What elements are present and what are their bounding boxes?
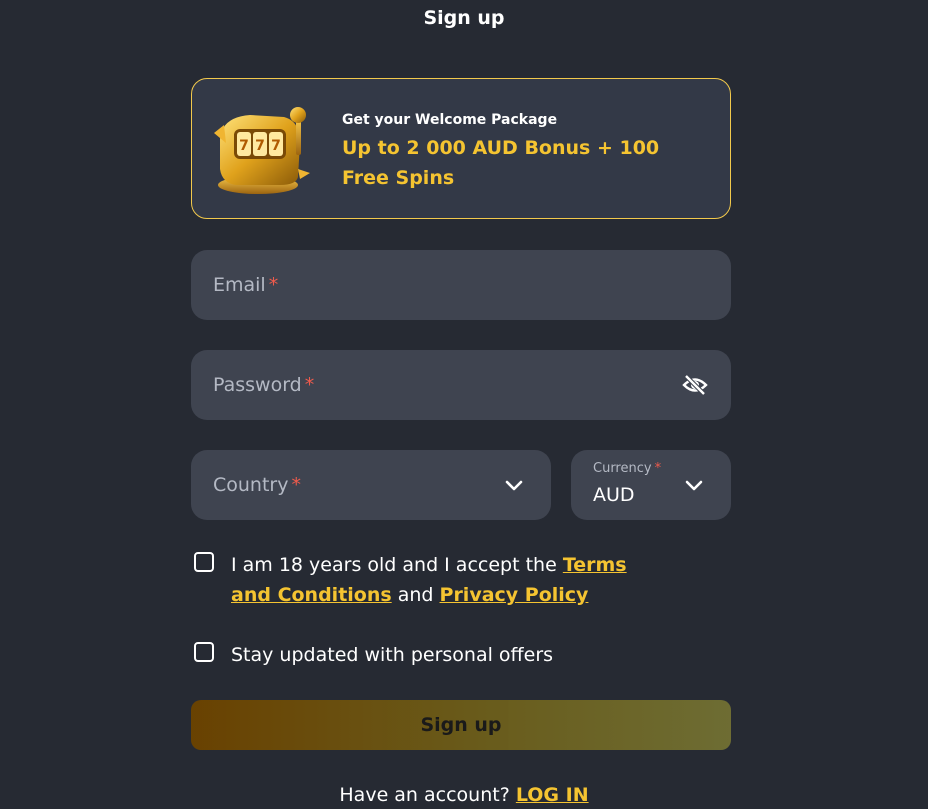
login-link[interactable]: LOG IN <box>516 784 589 806</box>
page-title: Sign up <box>423 7 505 29</box>
required-mark: * <box>654 461 662 476</box>
chevron-down-icon <box>685 480 703 491</box>
eye-slash-icon[interactable] <box>681 371 709 399</box>
offers-checkbox[interactable] <box>194 642 214 662</box>
privacy-policy-link[interactable]: Privacy Policy <box>440 584 589 606</box>
country-label: Country * <box>213 474 301 496</box>
svg-text:7: 7 <box>239 138 249 154</box>
svg-text:7: 7 <box>271 138 281 154</box>
required-mark: * <box>291 474 301 496</box>
currency-value: AUD <box>593 484 635 506</box>
password-field[interactable]: Password * <box>191 350 731 420</box>
svg-text:7: 7 <box>255 138 265 154</box>
signup-page: Sign up 7 7 7 Get your Welcome Package U… <box>0 0 928 809</box>
welcome-package-banner: 7 7 7 Get your Welcome Package Up to 2 0… <box>191 78 731 219</box>
login-prompt: Have an account? LOG IN <box>339 784 589 806</box>
password-label: Password * <box>213 374 315 396</box>
country-select[interactable]: Country * <box>191 450 551 520</box>
chevron-down-icon <box>505 480 523 491</box>
currency-label: Currency * <box>593 461 662 476</box>
email-field[interactable]: Email * <box>191 250 731 320</box>
email-label: Email * <box>213 274 279 296</box>
golden-slot-machine-icon: 7 7 7 <box>214 107 310 194</box>
terms-text: I am 18 years old and I accept the Terms… <box>231 554 627 606</box>
currency-select[interactable]: Currency * AUD <box>571 450 731 520</box>
terms-checkbox[interactable] <box>194 552 214 572</box>
required-mark: * <box>268 274 279 296</box>
signup-button[interactable]: Sign up <box>191 700 731 750</box>
promo-subtitle: Get your Welcome Package <box>342 112 558 128</box>
required-mark: * <box>304 374 315 396</box>
offers-text: Stay updated with personal offers <box>231 644 554 666</box>
promo-offer: Up to 2 000 AUD Bonus + 100 Free Spins <box>342 137 660 189</box>
